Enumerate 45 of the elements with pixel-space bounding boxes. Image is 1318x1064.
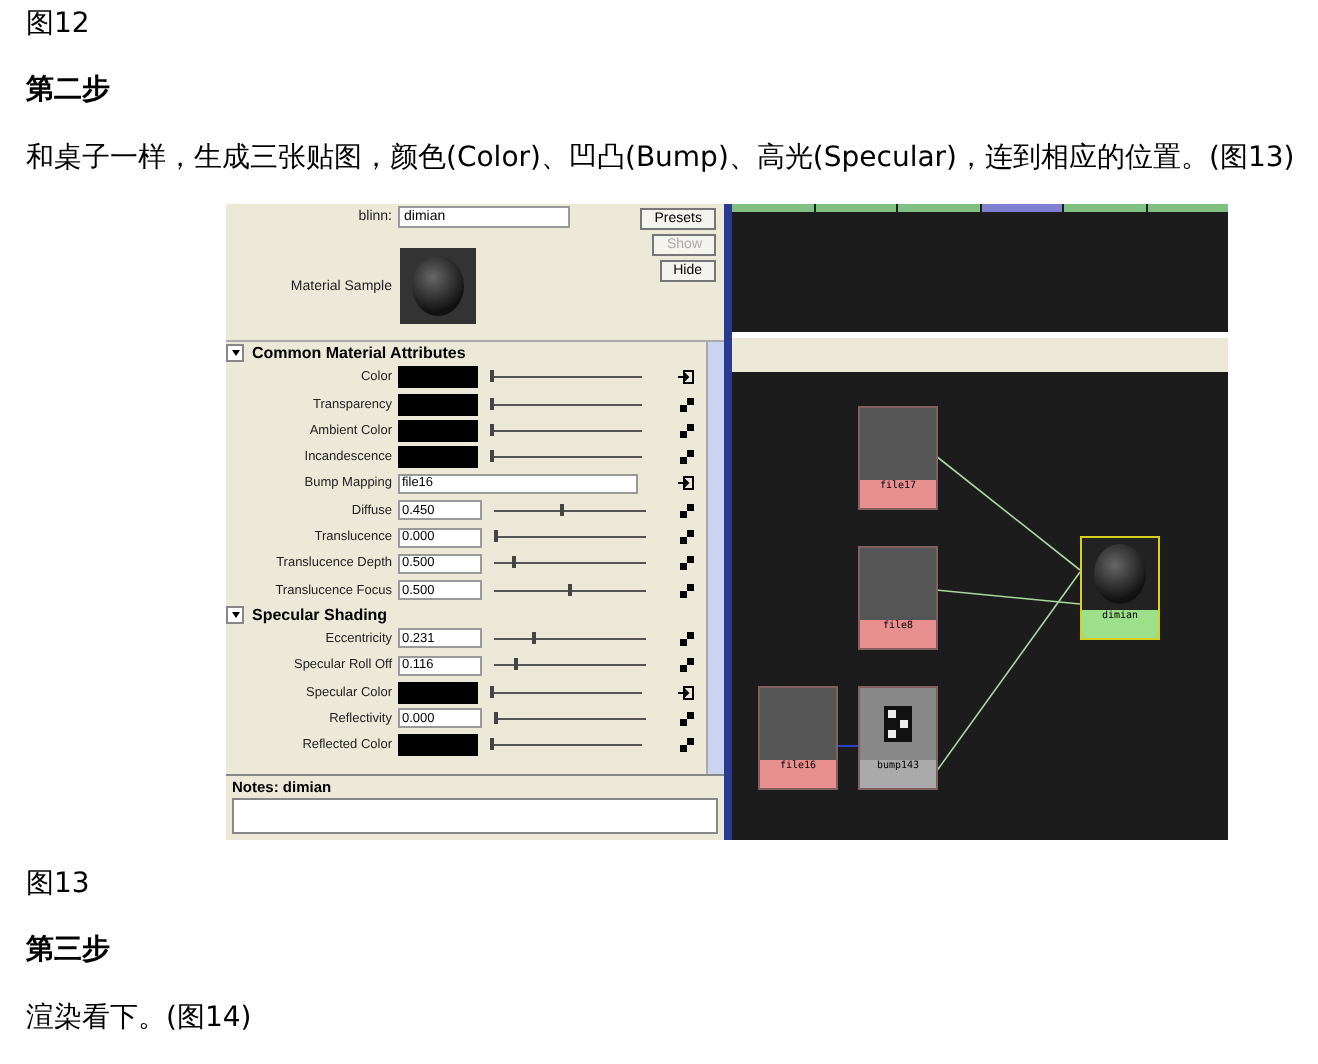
checker-icon[interactable] bbox=[680, 738, 694, 753]
scrollbar[interactable] bbox=[706, 342, 724, 775]
notes-field[interactable] bbox=[232, 798, 718, 835]
tab[interactable] bbox=[898, 204, 979, 213]
tab[interactable] bbox=[981, 204, 1062, 213]
tab[interactable] bbox=[732, 204, 813, 213]
checker-icon[interactable] bbox=[680, 631, 694, 646]
connect-arrow-icon[interactable] bbox=[678, 685, 694, 700]
step-heading: 第二步 bbox=[26, 72, 112, 111]
color-swatch[interactable] bbox=[398, 681, 478, 704]
checker-icon[interactable] bbox=[680, 397, 694, 412]
checker-icon bbox=[884, 706, 912, 743]
section-title: Common Material Attributes bbox=[252, 344, 466, 363]
color-swatch[interactable] bbox=[398, 393, 478, 416]
checker-icon[interactable] bbox=[680, 423, 694, 438]
color-swatch[interactable] bbox=[398, 446, 478, 469]
color-swatch[interactable] bbox=[398, 419, 478, 442]
sphere-icon bbox=[1094, 544, 1146, 605]
tab[interactable] bbox=[815, 204, 896, 213]
connection-line bbox=[836, 744, 858, 749]
sphere-icon bbox=[412, 256, 464, 317]
figure-caption: 图13 bbox=[26, 866, 92, 905]
slider-thumb[interactable] bbox=[511, 556, 516, 569]
checker-icon[interactable] bbox=[680, 583, 694, 598]
checker-icon[interactable] bbox=[680, 503, 694, 518]
paragraph: 渲染看下。(图14) bbox=[26, 999, 254, 1038]
color-swatch[interactable] bbox=[398, 734, 478, 757]
connect-arrow-icon[interactable] bbox=[678, 370, 694, 385]
slider-thumb[interactable] bbox=[513, 658, 518, 671]
paragraph: 和桌子一样，生成三张贴图，颜色(Color)、凹凸(Bump)、高光(Specular)，连到相应的位置。(图13) bbox=[26, 139, 1297, 178]
tab[interactable] bbox=[1064, 204, 1145, 213]
section-title: Specular Shading bbox=[252, 605, 388, 624]
tab[interactable] bbox=[1147, 204, 1228, 213]
checker-icon[interactable] bbox=[680, 530, 694, 545]
collapse-toggle[interactable] bbox=[226, 605, 244, 624]
collapse-toggle[interactable] bbox=[226, 344, 244, 363]
checker-icon[interactable] bbox=[680, 556, 694, 571]
step-heading: 第三步 bbox=[26, 932, 112, 971]
figure-caption: 图12 bbox=[26, 6, 92, 44]
checker-icon[interactable] bbox=[680, 711, 694, 726]
connect-arrow-icon[interactable] bbox=[678, 476, 694, 491]
checker-icon[interactable] bbox=[680, 658, 694, 673]
slider-thumb[interactable] bbox=[560, 503, 565, 516]
color-swatch[interactable] bbox=[398, 366, 478, 389]
checker-icon[interactable] bbox=[680, 450, 694, 465]
